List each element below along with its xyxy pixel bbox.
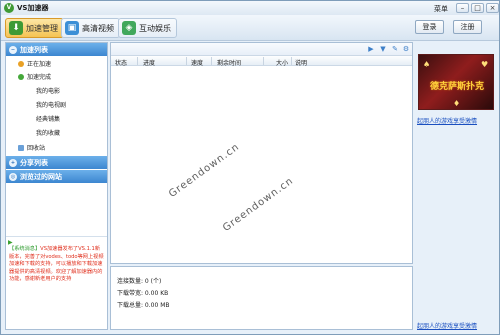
- tab-label: 高清视频: [82, 23, 114, 33]
- sidebar-item-accelerating[interactable]: 正在加速: [18, 59, 51, 68]
- message-tag: 【系统消息】: [9, 246, 41, 252]
- filter-icon[interactable]: ▼: [379, 45, 387, 53]
- download-total: 下载总量: 0.00 MB: [117, 302, 170, 309]
- menu-button[interactable]: 菜单: [434, 4, 448, 14]
- ad-link-bottom[interactable]: 起朋人的游戏享受激情: [417, 321, 477, 330]
- download-bandwidth: 下载带宽: 0.00 KB: [117, 290, 169, 297]
- main-toolbar: ⬇ 加速管理 ▣ 高清视频 ◈ 互动娱乐 登录 注册: [1, 15, 499, 41]
- section-label: 加速列表: [20, 45, 48, 54]
- entertainment-icon: ◈: [122, 21, 136, 35]
- tab-hd-video[interactable]: ▣ 高清视频: [61, 18, 120, 38]
- diamond-icon: ♦: [453, 99, 461, 108]
- system-message: 【系统消息】VS加速器发布了VS.1.1新版本，完善了对vodes、todo等网…: [9, 246, 105, 284]
- section-label: 浏览过的网站: [20, 172, 62, 181]
- sidebar-item-label: 我的电影: [36, 88, 61, 95]
- download-icon: ⬇: [9, 21, 23, 35]
- column-divider: [137, 57, 138, 65]
- sidebar: − 加速列表 正在加速 加速完成 我的电影 我的电视剧 经典铺集 我的收藏 回收…: [5, 42, 108, 330]
- download-list-panel: ▶ ▼ ✎ ⚙ 状态 进度 速度 剩余时间 大小 说明 Greendown.cn…: [110, 42, 413, 264]
- column-divider: [263, 57, 264, 65]
- sidebar-item-my-tv[interactable]: 我的电视剧: [36, 100, 66, 109]
- close-icon[interactable]: ×: [486, 3, 499, 13]
- app-logo-icon: V: [4, 3, 14, 13]
- minimize-icon[interactable]: –: [456, 3, 469, 13]
- sidebar-item-label: 我的收藏: [36, 130, 61, 137]
- login-button[interactable]: 登录: [415, 20, 444, 34]
- tab-label: 加速管理: [26, 23, 58, 33]
- start-icon[interactable]: ▶: [367, 45, 375, 53]
- title-bar: V VS加速器 菜单 – □ ×: [1, 1, 499, 15]
- column-remaining-time[interactable]: 剩余时间: [217, 58, 241, 67]
- watermark: Greendown.cn: [167, 141, 242, 200]
- video-icon: ▣: [65, 21, 79, 35]
- app-title: VS加速器: [17, 4, 49, 12]
- globe-icon: ◎: [9, 172, 17, 181]
- watermark: Greendown.cn: [221, 175, 296, 234]
- column-speed[interactable]: 速度: [191, 58, 203, 67]
- sidebar-item-label: 加速完成: [27, 74, 52, 81]
- sidebar-item-recycle[interactable]: 回收站: [18, 143, 45, 152]
- tab-accel-manage[interactable]: ⬇ 加速管理: [5, 18, 64, 38]
- sidebar-section-visited-sites[interactable]: ◎ 浏览过的网站: [6, 170, 107, 183]
- sidebar-item-favorites[interactable]: 我的收藏: [36, 128, 60, 137]
- sidebar-item-label: 我的电视剧: [36, 102, 67, 109]
- connection-count: 连接数量: 0 (个): [117, 278, 162, 285]
- spade-icon: ♠: [423, 60, 431, 69]
- collapse-icon: −: [9, 45, 17, 54]
- sidebar-section-accel-list[interactable]: − 加速列表: [6, 43, 107, 56]
- system-message-panel: ▶ 【系统消息】VS加速器发布了VS.1.1新版本，完善了对vodes、todo…: [6, 236, 107, 329]
- ad-link-top[interactable]: 起朋人的游戏享受激情: [417, 116, 477, 125]
- list-toolbar: ▶ ▼ ✎ ⚙: [111, 43, 412, 55]
- settings-icon[interactable]: ⚙: [402, 45, 410, 53]
- ad-banner[interactable]: ♠ ♥ ♦ 德克萨斯扑克: [418, 54, 494, 110]
- ad-column: ♠ ♥ ♦ 德克萨斯扑克 起朋人的游戏享受激情 起朋人的游戏享受激情: [415, 42, 497, 330]
- app-window: V VS加速器 菜单 – □ × ⬇ 加速管理 ▣ 高清视频 ◈ 互动娱乐 登录…: [0, 0, 500, 335]
- edit-icon[interactable]: ✎: [391, 45, 399, 53]
- column-description[interactable]: 说明: [295, 58, 307, 67]
- sidebar-item-label: 正在加速: [27, 61, 52, 68]
- ad-banner-text: 德克萨斯扑克: [429, 82, 484, 92]
- stats-panel: 连接数量: 0 (个) 下载带宽: 0.00 KB 下载总量: 0.00 MB: [110, 266, 413, 330]
- tab-entertainment[interactable]: ◈ 互动娱乐: [118, 18, 177, 38]
- column-status[interactable]: 状态: [115, 58, 127, 67]
- expand-icon: +: [9, 158, 17, 167]
- column-header: 状态 进度 速度 剩余时间 大小 说明: [111, 55, 412, 67]
- column-size[interactable]: 大小: [276, 58, 288, 67]
- column-progress[interactable]: 进度: [143, 58, 155, 67]
- column-divider: [211, 57, 212, 65]
- tab-label: 互动娱乐: [139, 23, 171, 33]
- section-label: 分享列表: [20, 158, 48, 167]
- column-divider: [291, 57, 292, 65]
- sidebar-section-share-list[interactable]: + 分享列表: [6, 156, 107, 169]
- sidebar-item-accel-done[interactable]: 加速完成: [18, 72, 51, 81]
- check-icon: [18, 73, 24, 80]
- sidebar-item-my-movies[interactable]: 我的电影: [36, 86, 60, 95]
- sidebar-item-label: 回收站: [27, 145, 46, 152]
- recycle-bin-icon: [18, 144, 24, 151]
- sidebar-item-classics[interactable]: 经典铺集: [36, 114, 60, 123]
- column-divider: [186, 57, 187, 65]
- sidebar-item-label: 经典铺集: [36, 116, 61, 123]
- register-button[interactable]: 注册: [453, 20, 482, 34]
- maximize-icon[interactable]: □: [471, 3, 484, 13]
- heart-icon: ♥: [481, 60, 489, 69]
- play-icon[interactable]: ▶: [8, 239, 13, 246]
- accelerating-icon: [18, 60, 24, 67]
